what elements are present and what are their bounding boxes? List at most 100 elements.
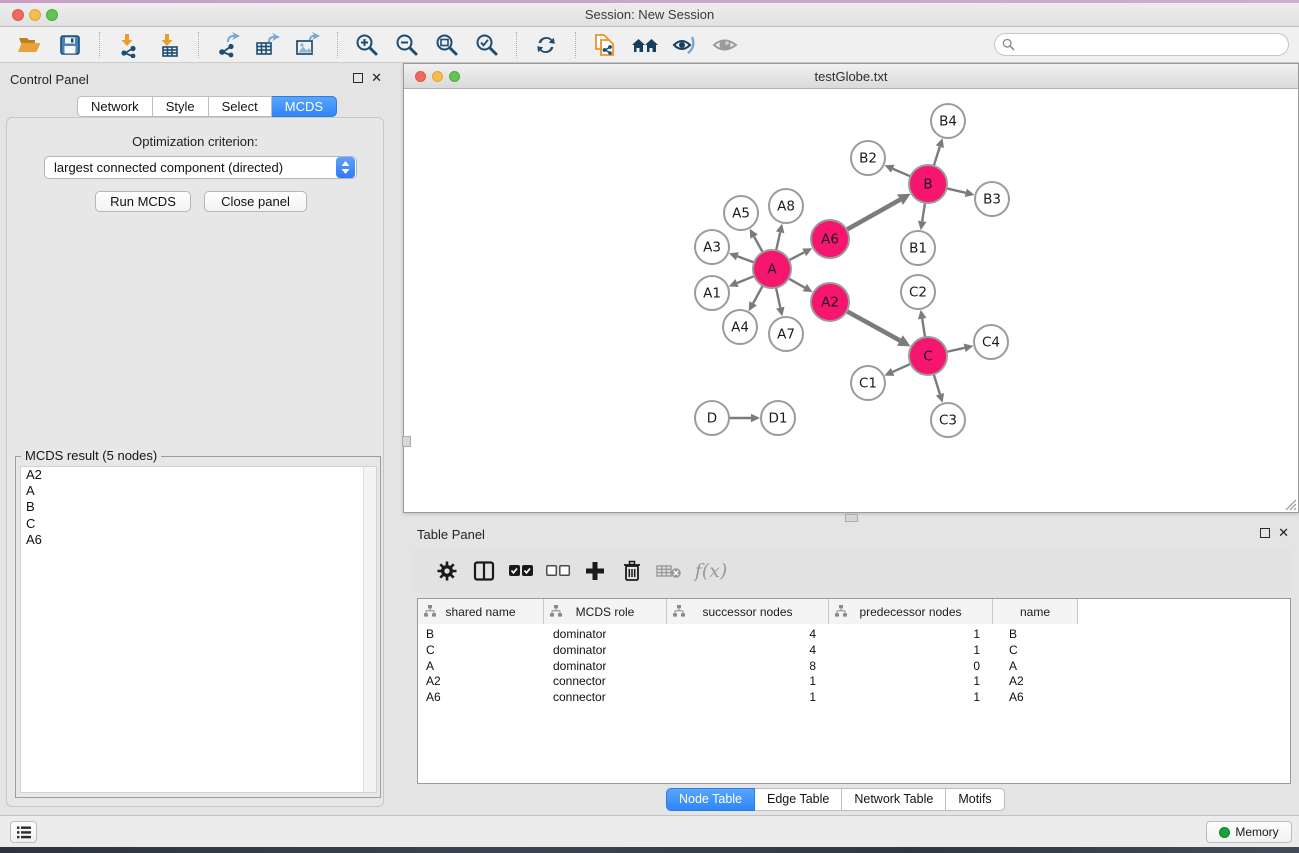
window-resize-grip[interactable] <box>1282 496 1297 511</box>
tab-edge-table[interactable]: Edge Table <box>755 788 842 811</box>
graph-edge-C-C4[interactable] <box>947 348 965 352</box>
cell-predecessor-nodes[interactable]: 1 <box>828 690 992 706</box>
table-row[interactable]: Adominator80A <box>418 659 1290 675</box>
cell-shared-name[interactable]: B <box>418 627 543 643</box>
graph-edge-C-C1[interactable] <box>893 364 911 372</box>
cell-shared-name[interactable]: A2 <box>418 674 543 690</box>
select-all-columns-icon[interactable] <box>502 556 539 586</box>
home-view-icon[interactable] <box>630 31 660 59</box>
cell-shared-name[interactable]: A6 <box>418 690 543 706</box>
cell-name[interactable]: A6 <box>992 690 1077 706</box>
graph-edge-A-A3[interactable] <box>737 256 754 262</box>
cell-predecessor-nodes[interactable]: 1 <box>828 674 992 690</box>
cell-successor-nodes[interactable]: 1 <box>666 690 828 706</box>
column-header-successor-nodes[interactable]: successor nodes <box>666 599 828 624</box>
import-table-icon[interactable] <box>154 31 184 59</box>
graph-edge-A-A5[interactable] <box>754 237 763 253</box>
cell-MCDS-role[interactable]: connector <box>543 690 666 706</box>
zoom-in-icon[interactable] <box>352 31 382 59</box>
table-row[interactable]: A2connector11A2 <box>418 674 1290 690</box>
tab-node-table[interactable]: Node Table <box>666 788 755 811</box>
network-canvas[interactable]: AA1A2A3A4A5A6A7A8BB1B2B3B4CC1C2C3C4DD1 <box>404 89 1298 512</box>
cell-predecessor-nodes[interactable]: 1 <box>828 627 992 643</box>
import-network-icon[interactable] <box>114 31 144 59</box>
result-item[interactable]: B <box>21 499 376 515</box>
function-builder-icon[interactable]: f(x) <box>687 556 735 586</box>
graph-edge-A-A6[interactable] <box>789 252 804 260</box>
export-table-icon[interactable] <box>253 31 283 59</box>
open-file-icon[interactable] <box>15 31 45 59</box>
control-panel-close-icon[interactable]: ✕ <box>371 73 382 83</box>
graph-edge-C-C3[interactable] <box>934 374 940 394</box>
cell-predecessor-nodes[interactable]: 0 <box>828 659 992 675</box>
clone-network-icon[interactable] <box>590 31 620 59</box>
tab-style[interactable]: Style <box>153 96 209 117</box>
tab-select[interactable]: Select <box>209 96 272 117</box>
delete-column-icon[interactable] <box>613 556 650 586</box>
network-window-titlebar[interactable]: testGlobe.txt <box>404 64 1298 89</box>
refresh-view-icon[interactable] <box>531 31 561 59</box>
control-panel-float-icon[interactable] <box>353 73 363 83</box>
cell-MCDS-role[interactable]: dominator <box>543 643 666 659</box>
tab-mcds[interactable]: MCDS <box>272 96 337 117</box>
cell-predecessor-nodes[interactable]: 1 <box>828 643 992 659</box>
graph-edge-A-A4[interactable] <box>753 286 763 304</box>
close-panel-button[interactable]: Close panel <box>204 191 307 212</box>
cell-successor-nodes[interactable]: 4 <box>666 627 828 643</box>
cell-MCDS-role[interactable]: dominator <box>543 659 666 675</box>
column-layout-icon[interactable] <box>465 556 502 586</box>
cell-shared-name[interactable]: C <box>418 643 543 659</box>
add-column-icon[interactable] <box>576 556 613 586</box>
table-panel-float-icon[interactable] <box>1260 528 1270 538</box>
toggle-graphics-details-icon[interactable] <box>670 31 700 59</box>
cell-successor-nodes[interactable]: 8 <box>666 659 828 675</box>
cell-MCDS-role[interactable]: connector <box>543 674 666 690</box>
graph-edge-B-B3[interactable] <box>946 188 965 193</box>
column-header-predecessor-nodes[interactable]: predecessor nodes <box>828 599 992 624</box>
graph-edge-A6-B[interactable] <box>847 200 901 230</box>
graph-edge-A-A8[interactable] <box>776 232 780 250</box>
graph-edge-A-A2[interactable] <box>789 278 805 287</box>
zoom-fit-icon[interactable] <box>432 31 462 59</box>
table-panel-close-icon[interactable]: ✕ <box>1278 528 1289 538</box>
result-list-scrollbar[interactable] <box>363 467 376 792</box>
show-panels-list-button[interactable] <box>10 821 37 843</box>
horizontal-scrollbar-stub[interactable] <box>845 514 858 522</box>
delete-table-icon[interactable] <box>650 556 687 586</box>
tab-motifs[interactable]: Motifs <box>946 788 1004 811</box>
table-settings-gear-icon[interactable] <box>428 556 465 586</box>
cell-successor-nodes[interactable]: 1 <box>666 674 828 690</box>
graph-edge-A2-C[interactable] <box>847 311 900 340</box>
table-row[interactable]: A6connector11A6 <box>418 690 1290 706</box>
optimization-criterion-select[interactable]: largest connected component (directed) <box>44 156 357 179</box>
memory-button[interactable]: Memory <box>1206 821 1292 843</box>
table-row[interactable]: Cdominator41C <box>418 643 1290 659</box>
cell-shared-name[interactable]: A <box>418 659 543 675</box>
column-header-name[interactable]: name <box>992 599 1077 624</box>
save-session-icon[interactable] <box>55 31 85 59</box>
tab-network[interactable]: Network <box>77 96 153 117</box>
result-item[interactable]: C <box>21 516 376 532</box>
search-box[interactable] <box>994 33 1289 56</box>
graph-edge-B-B4[interactable] <box>934 147 940 166</box>
cell-successor-nodes[interactable]: 4 <box>666 643 828 659</box>
cell-name[interactable]: A2 <box>992 674 1077 690</box>
result-item[interactable]: A2 <box>21 467 376 483</box>
graph-edge-A-A1[interactable] <box>737 276 754 283</box>
graph-edge-B-B2[interactable] <box>893 169 911 177</box>
column-header-MCDS-role[interactable]: MCDS role <box>543 599 666 624</box>
cell-name[interactable]: A <box>992 659 1077 675</box>
export-image-icon[interactable] <box>293 31 323 59</box>
search-input[interactable] <box>1019 36 1288 54</box>
zoom-selected-icon[interactable] <box>472 31 502 59</box>
cell-MCDS-role[interactable]: dominator <box>543 627 666 643</box>
vertical-scrollbar-stub[interactable] <box>402 436 411 447</box>
result-item[interactable]: A <box>21 483 376 499</box>
zoom-out-icon[interactable] <box>392 31 422 59</box>
graph-edge-C-C2[interactable] <box>922 319 925 338</box>
export-network-icon[interactable] <box>213 31 243 59</box>
cell-name[interactable]: B <box>992 627 1077 643</box>
result-item[interactable]: A6 <box>21 532 376 548</box>
graph-edge-B-B1[interactable] <box>922 203 925 222</box>
tab-network-table[interactable]: Network Table <box>842 788 946 811</box>
